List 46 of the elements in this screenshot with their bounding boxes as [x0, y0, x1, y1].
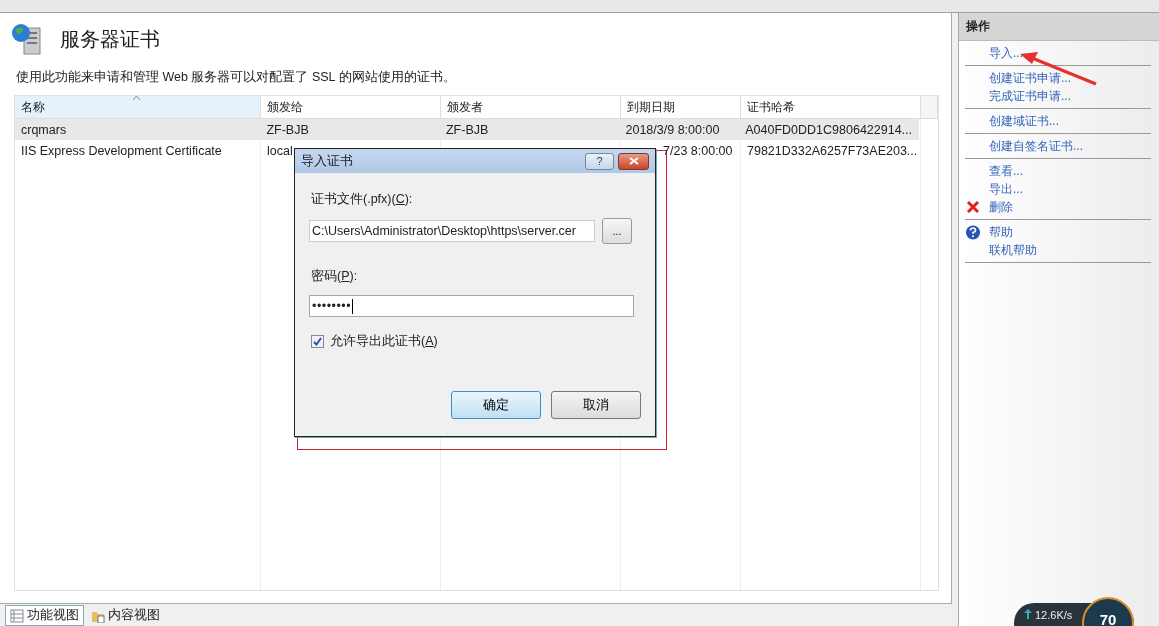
close-button[interactable] [618, 152, 649, 170]
dialog-button[interactable]: 取消 [551, 391, 641, 419]
network-speed: 12.6K/s [1035, 609, 1073, 621]
table-cell: crqmars [21, 122, 67, 137]
sort-caret-icon [133, 96, 140, 100]
page-description: 使用此功能来申请和管理 Web 服务器可以对配置了 SSL 的网站使用的证书。 [16, 69, 457, 86]
table-cell: ZF-BJB [445, 122, 489, 137]
table-cell-text: 7/23 8:00:00 [662, 143, 733, 158]
checkbox-label: 允许导出此证书(A) [330, 333, 438, 350]
help-icon [965, 224, 981, 240]
action-link[interactable]: 完成证书申请... [989, 87, 1071, 105]
password-field[interactable]: •••••••• [309, 295, 634, 317]
table-cell: 79821D332A6257F73AE203... [747, 143, 918, 158]
delete-icon [965, 200, 981, 214]
grid-icon [10, 608, 24, 623]
checkbox[interactable] [311, 335, 324, 348]
password-label: 密码(P): [311, 268, 359, 285]
action-link[interactable]: 查看... [989, 162, 1023, 180]
action-link[interactable]: 创建域证书... [989, 112, 1059, 130]
browse-button[interactable]: ... [602, 218, 632, 244]
action-link[interactable]: 创建自签名证书... [989, 137, 1083, 155]
gauge-value: 70 [1099, 611, 1117, 626]
action-link[interactable]: 帮助 [989, 223, 1013, 241]
close-icon [628, 157, 639, 165]
action-link[interactable]: 导出... [989, 180, 1023, 198]
dialog-title: 导入证书 [301, 152, 353, 170]
table-cell: A040FD0DD1C9806422914... [745, 122, 912, 137]
file-path-field[interactable]: C:\Users\Administrator\Desktop\https\server.cer [309, 220, 595, 242]
server-globe-icon [10, 22, 44, 56]
table-cell: local [267, 143, 293, 158]
action-link[interactable]: 导入... [989, 44, 1023, 62]
table-cell: ZF-BJB [266, 122, 309, 137]
action-link[interactable]: 创建证书申请... [989, 69, 1071, 87]
page-title: 服务器证书 [60, 26, 160, 52]
table-cell: 2018/3/9 8:00:00 [625, 122, 720, 137]
column-header[interactable]: 名称 [15, 96, 261, 118]
file-label: 证书文件(.pfx)(C): [311, 191, 414, 208]
help-button[interactable]: ? [585, 152, 614, 170]
dialog-button[interactable]: 确定 [451, 391, 541, 419]
action-link[interactable]: 删除 [989, 198, 1013, 216]
view-tab[interactable]: 功能视图 [5, 605, 84, 626]
upload-arrow-icon [1024, 609, 1032, 619]
view-tab[interactable]: 内容视图 [86, 605, 165, 626]
action-link[interactable]: 联机帮助 [989, 241, 1037, 259]
table-cell: IIS Express Development Certificate [21, 143, 222, 158]
actions-header: 操作 [959, 13, 1159, 41]
